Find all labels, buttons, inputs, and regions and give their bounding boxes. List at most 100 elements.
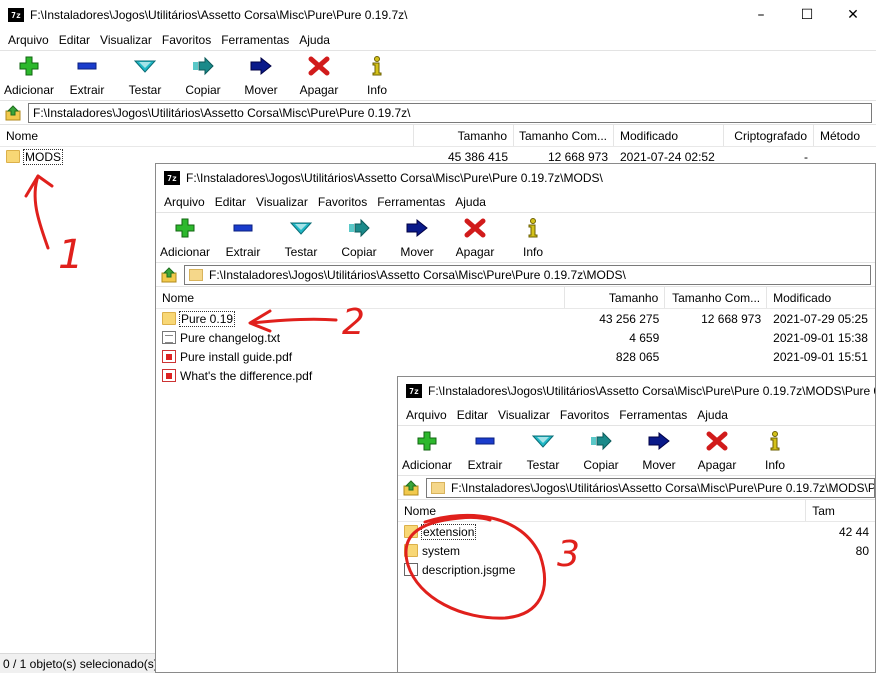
toolbar-copiar-button[interactable]: Copiar: [174, 55, 232, 97]
file-name: Pure 0.19: [178, 310, 236, 327]
toolbar-info-button[interactable]: Info: [348, 55, 406, 97]
minus-icon: [231, 217, 255, 245]
col-criptografado[interactable]: Criptografado: [724, 125, 814, 146]
table-row[interactable]: extension 42 44: [398, 522, 875, 541]
table-row[interactable]: Pure 0.19 43 256 275 12 668 973 2021-07-29 …: [156, 309, 875, 328]
col-tamanho-comprimido[interactable]: Tamanho Com...: [665, 287, 768, 308]
menu-arquivo[interactable]: Arquivo: [4, 33, 53, 47]
menu-visualizar[interactable]: Visualizar: [252, 195, 312, 209]
path-text: F:\Instaladores\Jogos\Utilitários\Assett…: [451, 480, 875, 495]
pdf-file-icon: [162, 350, 176, 363]
col-tamanho[interactable]: Tamanho: [565, 287, 666, 308]
menu-editar[interactable]: Editar: [211, 195, 250, 209]
title-bar: 7z F:\Instaladores\Jogos\Utilitários\Ass…: [156, 164, 875, 192]
toolbar-testar-button[interactable]: Testar: [514, 430, 572, 472]
close-button[interactable]: ✕: [830, 0, 876, 30]
folder-up-icon[interactable]: [160, 266, 178, 284]
7zip-app-icon: 7z: [164, 171, 180, 185]
menu-arquivo[interactable]: Arquivo: [402, 408, 451, 422]
path-text: F:\Instaladores\Jogos\Utilitários\Assett…: [33, 105, 411, 120]
table-row[interactable]: Pure install guide.pdf 828 065 2021-09-01 …: [156, 347, 875, 366]
toolbar-button-label: Mover: [400, 245, 434, 259]
minus-icon: [473, 430, 497, 458]
toolbar-mover-button[interactable]: Mover: [232, 55, 290, 97]
toolbar-button-label: Extrair: [225, 245, 261, 259]
menu-ajuda[interactable]: Ajuda: [295, 33, 334, 47]
menu-editar[interactable]: Editar: [453, 408, 492, 422]
toolbar-button-label: Copiar: [185, 83, 221, 97]
toolbar-button-label: Adicionar: [159, 245, 211, 259]
folder-up-icon[interactable]: [402, 479, 420, 497]
title-bar: 7z F:\Instaladores\Jogos\Utilitários\Ass…: [398, 377, 875, 405]
path-text: F:\Instaladores\Jogos\Utilitários\Assett…: [209, 267, 626, 282]
col-tamanho[interactable]: Tamanho: [414, 125, 514, 146]
col-metodo[interactable]: Método: [814, 125, 876, 146]
menu-ferramentas[interactable]: Ferramentas: [373, 195, 449, 209]
toolbar-extrair-button[interactable]: Extrair: [214, 217, 272, 259]
col-modificado[interactable]: Modificado: [614, 125, 724, 146]
table-row[interactable]: system 80: [398, 541, 875, 560]
toolbar-apagar-button[interactable]: Apagar: [688, 430, 746, 472]
col-nome[interactable]: Nome: [156, 287, 566, 308]
table-row[interactable]: Pure changelog.txt 4 659 2021-09-01 15:38: [156, 328, 875, 347]
plus-icon: [415, 430, 439, 458]
menu-visualizar[interactable]: Visualizar: [494, 408, 554, 422]
menu-ferramentas[interactable]: Ferramentas: [217, 33, 293, 47]
toolbar-mover-button[interactable]: Mover: [630, 430, 688, 472]
path-field[interactable]: F:\Instaladores\Jogos\Utilitários\Assett…: [426, 477, 875, 498]
menu-favoritos[interactable]: Favoritos: [556, 408, 613, 422]
toolbar-info-button[interactable]: Info: [504, 217, 562, 259]
menu-ferramentas[interactable]: Ferramentas: [615, 408, 691, 422]
file-list: Nome Tam extension 42 44 system 80 descripti…: [398, 499, 875, 579]
path-field[interactable]: F:\Instaladores\Jogos\Utilitários\Assett…: [28, 102, 872, 123]
col-tamanho[interactable]: Tam: [806, 500, 875, 521]
toolbar-info-button[interactable]: Info: [746, 430, 804, 472]
col-modificado[interactable]: Modificado: [767, 287, 875, 308]
toolbar-button-label: Info: [764, 458, 785, 472]
toolbar-mover-button[interactable]: Mover: [388, 217, 446, 259]
toolbar-button-label: Copiar: [341, 245, 377, 259]
menu-ajuda[interactable]: Ajuda: [451, 195, 490, 209]
menu-favoritos[interactable]: Favoritos: [158, 33, 215, 47]
toolbar-button-label: Extrair: [69, 83, 105, 97]
copy-arrow-icon: [589, 430, 613, 458]
menu-arquivo[interactable]: Arquivo: [160, 195, 209, 209]
toolbar-button-label: Adicionar: [401, 458, 453, 472]
toolbar-adicionar-button[interactable]: Adicionar: [156, 217, 214, 259]
table-row[interactable]: description.jsgme: [398, 560, 875, 579]
toolbar-button-label: Testar: [526, 458, 560, 472]
toolbar-adicionar-button[interactable]: Adicionar: [0, 55, 58, 97]
maximize-button[interactable]: ☐: [784, 0, 830, 30]
toolbar-copiar-button[interactable]: Copiar: [572, 430, 630, 472]
file-name: description.jsgme: [422, 562, 516, 577]
toolbar-extrair-button[interactable]: Extrair: [456, 430, 514, 472]
toolbar-apagar-button[interactable]: Apagar: [446, 217, 504, 259]
toolbar-copiar-button[interactable]: Copiar: [330, 217, 388, 259]
menu-editar[interactable]: Editar: [55, 33, 94, 47]
col-nome[interactable]: Nome: [398, 500, 807, 521]
menu-favoritos[interactable]: Favoritos: [314, 195, 371, 209]
window-title: F:\Instaladores\Jogos\Utilitários\Assett…: [30, 8, 408, 22]
toolbar-extrair-button[interactable]: Extrair: [58, 55, 116, 97]
minimize-button[interactable]: –: [738, 0, 784, 30]
address-bar: F:\Instaladores\Jogos\Utilitários\Assett…: [398, 475, 875, 499]
folder-icon: [162, 312, 176, 325]
menu-bar: Arquivo Editar Visualizar Favoritos Ferr…: [156, 192, 875, 212]
toolbar-testar-button[interactable]: Testar: [116, 55, 174, 97]
toolbar-adicionar-button[interactable]: Adicionar: [398, 430, 456, 472]
toolbar-button-label: Testar: [128, 83, 162, 97]
col-nome[interactable]: Nome: [0, 125, 414, 146]
menu-visualizar[interactable]: Visualizar: [96, 33, 156, 47]
file-size: 45 386 415: [447, 149, 508, 164]
toolbar-button-label: Extrair: [467, 458, 503, 472]
path-field[interactable]: F:\Instaladores\Jogos\Utilitários\Assett…: [184, 264, 871, 285]
plus-icon: [173, 217, 197, 245]
toolbar-testar-button[interactable]: Testar: [272, 217, 330, 259]
folder-up-icon[interactable]: [4, 104, 22, 122]
col-tamanho-comprimido[interactable]: Tamanho Com...: [514, 125, 614, 146]
file-modified: 2021-09-01 15:51: [773, 349, 868, 364]
toolbar: Adicionar Extrair Testar Copiar Mover Apagar I…: [156, 212, 875, 262]
menu-ajuda[interactable]: Ajuda: [693, 408, 732, 422]
toolbar-apagar-button[interactable]: Apagar: [290, 55, 348, 97]
toolbar-button-label: Info: [522, 245, 543, 259]
